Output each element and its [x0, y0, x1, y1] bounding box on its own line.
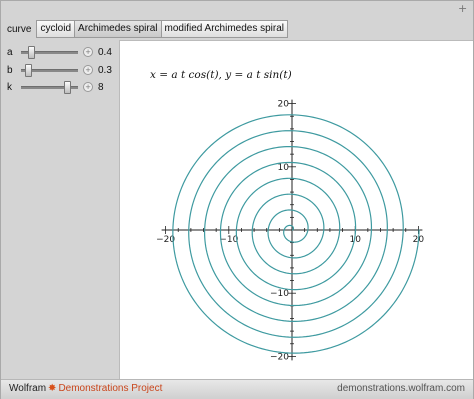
curve-option-archimedes-spiral[interactable]: Archimedes spiral: [74, 20, 162, 38]
slider-b[interactable]: [21, 63, 78, 77]
plot-panel: x = a t cos(t), y = a t sin(t) −20 −10 10 2…: [119, 40, 473, 380]
slider-row-a: a + 0.4: [7, 45, 112, 59]
x-tick-label: −10: [219, 235, 238, 245]
slider-b-value: 0.3: [98, 64, 112, 76]
spiral-plot: −20 −10 10 202010−10−20: [156, 99, 424, 362]
curve-option-modified-archimedes-spiral[interactable]: modified Archimedes spiral: [160, 20, 289, 38]
slider-b-expand-icon[interactable]: +: [83, 65, 93, 75]
footer-bar: Wolfram ✸ Demonstrations Project demonstra…: [1, 379, 473, 399]
demonstrations-project-label: Demonstrations Project: [58, 383, 163, 394]
slider-row-b: b + 0.3: [7, 63, 112, 77]
demonstration-frame: + curve cycloid Archimedes spiral modifi…: [0, 0, 474, 399]
footer-brand[interactable]: Wolfram ✸ Demonstrations Project: [9, 383, 162, 394]
slider-row-k: k + 8: [7, 80, 104, 94]
slider-k-value: 8: [98, 81, 104, 93]
curve-selector: curve cycloid Archimedes spiral modified…: [7, 20, 289, 38]
y-tick-label: −20: [270, 352, 289, 362]
slider-k[interactable]: [21, 80, 78, 94]
slider-b-label: b: [7, 64, 13, 76]
slider-a-expand-icon[interactable]: +: [83, 47, 93, 57]
slider-a-value: 0.4: [98, 46, 112, 58]
slider-b-thumb[interactable]: [24, 64, 32, 77]
slider-k-expand-icon[interactable]: +: [83, 82, 93, 92]
curve-option-cycloid[interactable]: cycloid: [36, 20, 76, 38]
curve-label: curve: [7, 23, 32, 35]
slider-a-thumb[interactable]: [28, 46, 36, 59]
y-tick-label: 10: [278, 163, 290, 173]
wolfram-label: Wolfram: [9, 383, 47, 394]
slider-a[interactable]: [21, 45, 78, 59]
footer-site-link[interactable]: demonstrations.wolfram.com: [337, 383, 465, 394]
slider-k-thumb[interactable]: [63, 81, 71, 94]
wolfram-spikey-icon: ✸: [48, 383, 57, 394]
y-tick-label: −10: [270, 289, 289, 299]
expand-icon[interactable]: +: [458, 3, 467, 14]
spiral-curve: [172, 114, 420, 354]
y-tick-label: 20: [278, 100, 290, 110]
slider-k-label: k: [7, 81, 12, 93]
slider-a-label: a: [7, 46, 13, 58]
